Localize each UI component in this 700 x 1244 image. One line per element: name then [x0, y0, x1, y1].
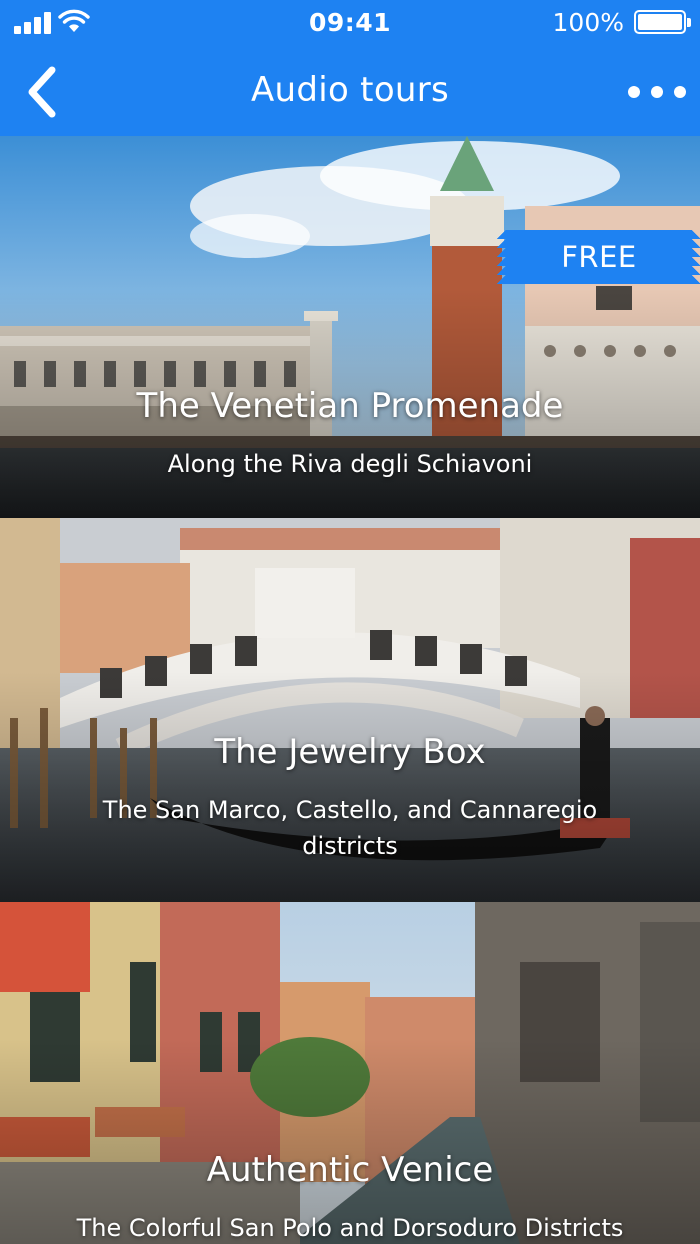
tour-title: The Jewelry Box [214, 732, 486, 772]
tour-card-venetian-promenade[interactable]: FREE The Venetian Promenade Along the Ri… [0, 136, 700, 518]
top-bar: 09:41 100% Audio tours [0, 0, 700, 136]
tour-card-jewelry-box[interactable]: The Jewelry Box The San Marco, Castello,… [0, 518, 700, 902]
battery-icon [634, 10, 691, 34]
tour-card-authentic-venice[interactable]: Authentic Venice The Colorful San Polo a… [0, 902, 700, 1244]
tour-title: The Venetian Promenade [136, 386, 564, 426]
battery-percentage: 100% [552, 8, 624, 37]
tour-title: Authentic Venice [206, 1150, 494, 1190]
tour-subtitle: The San Marco, Castello, and Cannaregio … [102, 796, 598, 860]
more-options-button[interactable] [624, 72, 690, 112]
navigation-bar: Audio tours [0, 44, 700, 136]
signal-icon [14, 12, 54, 34]
status-bar: 09:41 100% [0, 0, 700, 44]
tour-subtitle: The Colorful San Polo and Dorsoduro Dist… [76, 1214, 624, 1242]
page-title: Audio tours [250, 70, 450, 110]
tour-subtitle: Along the Riva degli Schiavoni [167, 450, 533, 478]
wifi-icon [58, 9, 90, 32]
free-badge: FREE [496, 230, 700, 284]
